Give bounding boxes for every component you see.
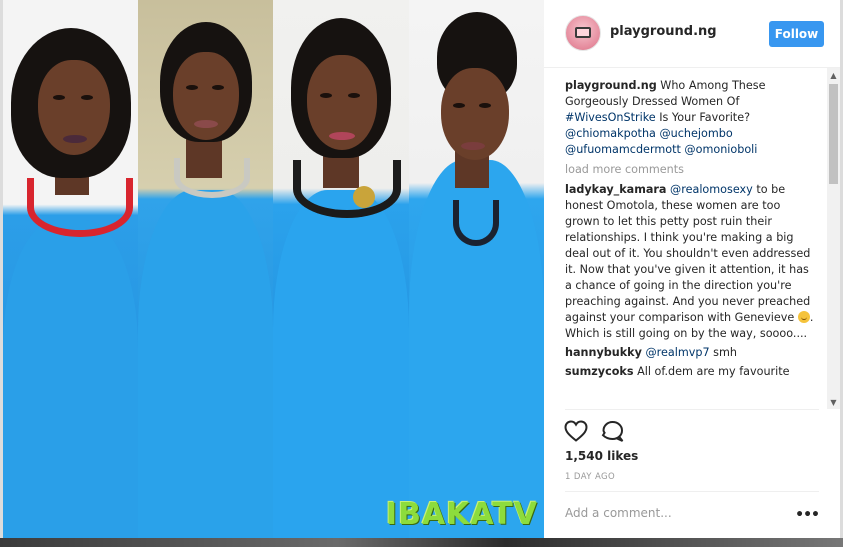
comment-mention[interactable]: @realomosexy [670,183,753,196]
caption: playground.ng Who Among These Gorgeously… [565,78,817,158]
post-side-panel: playground.ng Follow playground.ng Who A… [544,0,840,538]
post-actions [564,420,625,442]
follow-button[interactable]: Follow [769,21,824,47]
caption-mention[interactable]: @uchejombo [659,127,732,140]
caption-hashtag[interactable]: #WivesOnStrike [565,111,656,124]
scroll-down-arrow-icon[interactable]: ▼ [827,395,840,409]
caption-mention[interactable]: @ufuomamcdermott [565,143,681,156]
photo-panel-4 [409,0,544,538]
divider [565,409,819,410]
comments-scrollbar[interactable]: ▲ ▼ [827,68,840,409]
comment-text: All of.dem are my favourite [637,365,790,378]
comment-username[interactable]: hannybukky [565,346,642,359]
comment-mention[interactable]: @realmvp7 [645,346,709,359]
comment-text: to be honest Omotola, these women are to… [565,183,811,324]
likes-count[interactable]: 1,540 likes [565,449,638,463]
photo-panel-3 [273,0,409,538]
tv-logo-icon [575,27,591,38]
scroll-thumb[interactable] [829,84,838,184]
post-photo[interactable]: IBAKATV [3,0,544,538]
comment-username[interactable]: sumzycoks [565,365,634,378]
add-comment-input[interactable] [565,506,785,520]
load-more-comments-link[interactable]: load more comments [565,162,817,178]
scroll-up-arrow-icon[interactable]: ▲ [827,68,840,82]
smile-emoji-icon [797,311,810,323]
comment: hannybukky @realmvp7 smh [565,345,817,361]
comment: sumzycoks All of.dem are my favourite [565,364,817,380]
more-options-button[interactable]: ••• [795,507,820,523]
caption-mention[interactable]: @omonioboli [684,143,757,156]
comment: ladykay_kamara @realomosexy to be honest… [565,182,817,342]
add-comment-section: ••• [565,491,820,538]
comment-username[interactable]: ladykay_kamara [565,183,666,196]
header-username[interactable]: playground.ng [610,24,717,39]
ibakatv-watermark: IBAKATV [385,497,538,532]
instagram-post: IBAKATV playground.ng Follow playground.… [3,0,840,538]
comment-text: smh [713,346,737,359]
caption-mention[interactable]: @chiomakpotha [565,127,656,140]
post-timestamp: 1 DAY AGO [565,472,616,482]
photo-panel-2 [138,0,273,538]
avatar[interactable] [565,15,601,51]
post-header: playground.ng Follow [544,0,840,68]
comments-list: playground.ng Who Among These Gorgeously… [565,78,817,408]
heart-icon[interactable] [564,420,588,442]
comment-icon[interactable] [601,420,625,442]
caption-username[interactable]: playground.ng [565,79,657,92]
page-background-strip [0,538,843,547]
caption-text-after: Is Your Favorite? [659,111,751,124]
photo-panel-1 [3,0,138,538]
